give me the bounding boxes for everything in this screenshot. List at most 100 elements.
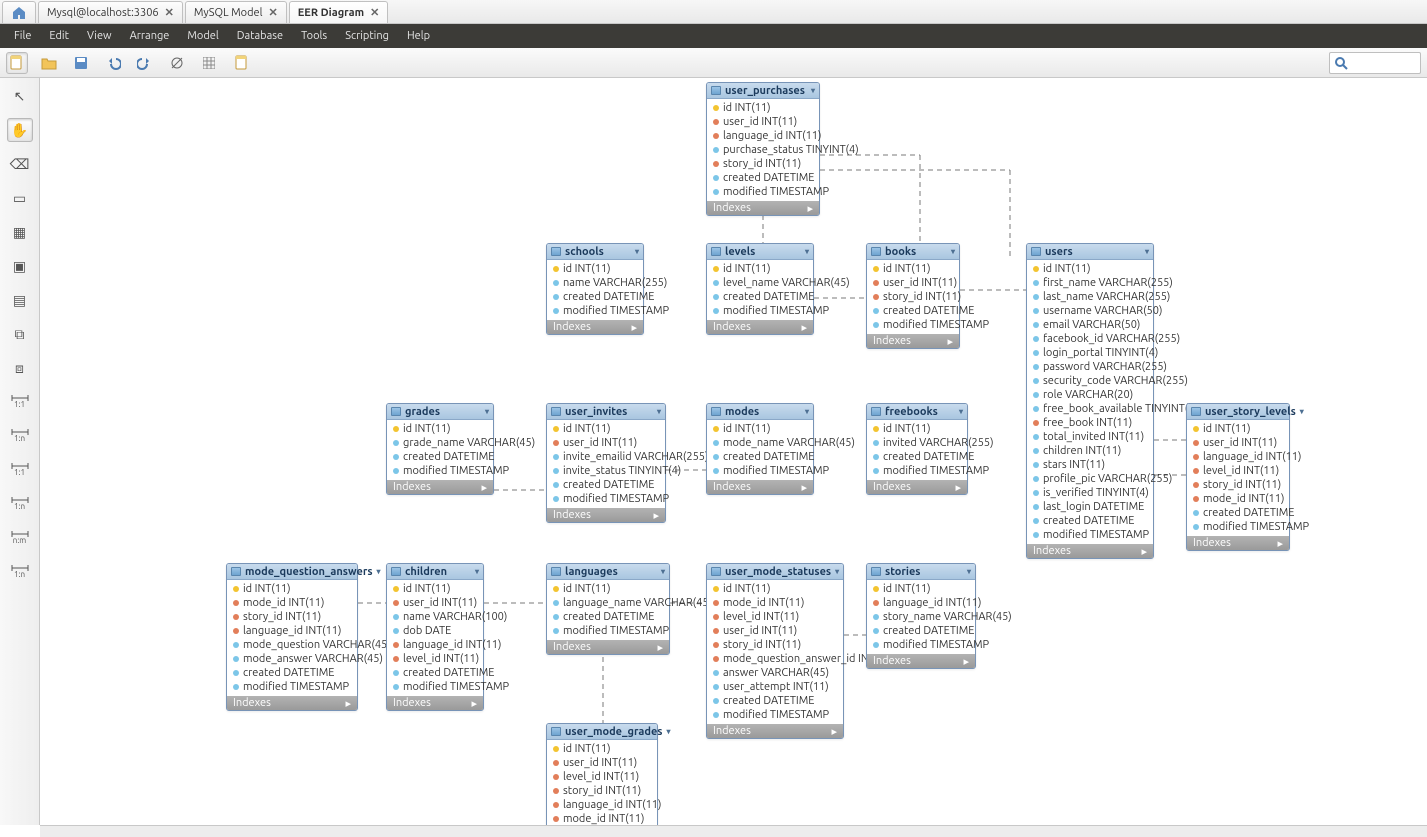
table-header[interactable]: books▾ — [867, 244, 959, 260]
table-header[interactable]: freebooks▾ — [867, 404, 967, 420]
diagram-canvas[interactable]: user_purchases▾id INT(11)user_id INT(11)… — [40, 78, 1427, 825]
tool-rel-1-n[interactable]: 1:n — [7, 492, 33, 516]
tool-eraser[interactable]: ⌫ — [7, 152, 33, 176]
chevron-down-icon[interactable]: ▾ — [805, 247, 809, 256]
indexes-section[interactable]: Indexes▸ — [867, 654, 975, 668]
tool-layer[interactable]: ▭ — [7, 186, 33, 210]
table-header[interactable]: children▾ — [387, 564, 483, 580]
redo-button[interactable] — [134, 52, 156, 74]
chevron-down-icon[interactable]: ▾ — [959, 407, 963, 416]
table-user_purchases[interactable]: user_purchases▾id INT(11)user_id INT(11)… — [706, 82, 820, 216]
tab-home[interactable] — [2, 1, 36, 23]
open-file-button[interactable] — [38, 52, 60, 74]
tool-view[interactable]: ⧉ — [7, 322, 33, 346]
table-header[interactable]: mode_question_answers▾ — [227, 564, 357, 580]
menu-help[interactable]: Help — [399, 27, 438, 45]
table-user_mode_grades[interactable]: user_mode_grades▾id INT(11)user_id INT(1… — [546, 723, 658, 825]
indexes-section[interactable]: Indexes▸ — [707, 480, 813, 494]
table-header[interactable]: user_story_levels▾ — [1187, 404, 1289, 420]
chevron-down-icon[interactable]: ▾ — [811, 86, 815, 95]
chevron-down-icon[interactable]: ▾ — [835, 567, 839, 576]
chevron-down-icon[interactable]: ▾ — [657, 407, 661, 416]
tool-rel-1-n-nm[interactable]: 1:n — [7, 424, 33, 448]
table-user_invites[interactable]: user_invites▾id INT(11)user_id INT(11)in… — [546, 403, 666, 523]
tool-note[interactable]: ▦ — [7, 220, 33, 244]
tool-table[interactable]: ▤ — [7, 288, 33, 312]
indexes-section[interactable]: Indexes▸ — [547, 320, 643, 334]
table-books[interactable]: books▾id INT(11)user_id INT(11)story_id … — [866, 243, 960, 349]
menu-view[interactable]: View — [79, 27, 120, 45]
close-icon[interactable]: ✕ — [165, 6, 174, 19]
table-header[interactable]: user_purchases▾ — [707, 83, 819, 99]
chevron-down-icon[interactable]: ▾ — [951, 247, 955, 256]
tool-rel-n-m[interactable]: n:m — [7, 526, 33, 550]
table-header[interactable]: stories▾ — [867, 564, 975, 580]
chevron-down-icon[interactable]: ▾ — [967, 567, 971, 576]
tab-eer-diagram[interactable]: EER Diagram ✕ — [289, 1, 389, 23]
indexes-section[interactable]: Indexes▸ — [387, 480, 493, 494]
table-users[interactable]: users▾id INT(11)first_name VARCHAR(255)l… — [1026, 243, 1154, 559]
table-header[interactable]: user_mode_grades▾ — [547, 724, 657, 740]
new-file-button[interactable] — [6, 52, 28, 74]
table-header[interactable]: user_invites▾ — [547, 404, 665, 420]
indexes-section[interactable]: Indexes▸ — [707, 724, 843, 738]
table-header[interactable]: grades▾ — [387, 404, 493, 420]
chevron-down-icon[interactable]: ▾ — [475, 567, 479, 576]
tool-rel-1-n-pk[interactable]: 1:n — [7, 560, 33, 584]
table-stories[interactable]: stories▾id INT(11)language_id INT(11)sto… — [866, 563, 976, 669]
undo-button[interactable] — [102, 52, 124, 74]
table-modes[interactable]: modes▾id INT(11)mode_name VARCHAR(45)cre… — [706, 403, 814, 495]
table-header[interactable]: users▾ — [1027, 244, 1153, 260]
menu-scripting[interactable]: Scripting — [337, 27, 397, 45]
menu-database[interactable]: Database — [229, 27, 291, 45]
chevron-down-icon[interactable]: ▾ — [485, 407, 489, 416]
chevron-down-icon[interactable]: ▾ — [1300, 407, 1304, 416]
table-user_mode_statuses[interactable]: user_mode_statuses▾id INT(11)mode_id INT… — [706, 563, 844, 739]
tool-rel-1-1-nm[interactable]: 1:1 — [7, 390, 33, 414]
menu-edit[interactable]: Edit — [41, 27, 77, 45]
chevron-down-icon[interactable]: ▾ — [377, 567, 381, 576]
tool-image[interactable]: ▣ — [7, 254, 33, 278]
close-icon[interactable]: ✕ — [269, 6, 278, 19]
table-header[interactable]: languages▾ — [547, 564, 669, 580]
tool-rel-1-1[interactable]: 1:1 — [7, 458, 33, 482]
tab-connection[interactable]: Mysql@localhost:3306 ✕ — [38, 1, 183, 23]
indexes-section[interactable]: Indexes▸ — [867, 480, 967, 494]
chevron-down-icon[interactable]: ▾ — [635, 247, 639, 256]
indexes-section[interactable]: Indexes▸ — [227, 696, 357, 710]
chevron-down-icon[interactable]: ▾ — [805, 407, 809, 416]
table-grades[interactable]: grades▾id INT(11)grade_name VARCHAR(45)c… — [386, 403, 494, 495]
table-header[interactable]: levels▾ — [707, 244, 813, 260]
table-languages[interactable]: languages▾id INT(11)language_name VARCHA… — [546, 563, 670, 655]
table-header[interactable]: user_mode_statuses▾ — [707, 564, 843, 580]
align-button[interactable] — [198, 52, 220, 74]
table-levels[interactable]: levels▾id INT(11)level_name VARCHAR(45)c… — [706, 243, 814, 335]
indexes-section[interactable]: Indexes▸ — [547, 640, 669, 654]
chevron-down-icon[interactable]: ▾ — [1145, 247, 1149, 256]
save-button[interactable] — [70, 52, 92, 74]
search-box[interactable] — [1329, 52, 1421, 74]
indexes-section[interactable]: Indexes▸ — [387, 696, 483, 710]
tool-routine[interactable]: ⧈ — [7, 356, 33, 380]
menu-tools[interactable]: Tools — [293, 27, 335, 45]
menu-model[interactable]: Model — [179, 27, 226, 45]
toggle-grid-button[interactable] — [166, 52, 188, 74]
indexes-section[interactable]: Indexes▸ — [707, 320, 813, 334]
horizontal-scrollbar[interactable] — [40, 825, 1427, 837]
table-schools[interactable]: schools▾id INT(11)name VARCHAR(255)creat… — [546, 243, 644, 335]
menu-file[interactable]: File — [6, 27, 39, 45]
table-user_story_levels[interactable]: user_story_levels▾id INT(11)user_id INT(… — [1186, 403, 1290, 551]
indexes-section[interactable]: Indexes▸ — [707, 201, 819, 215]
tab-model[interactable]: MySQL Model ✕ — [185, 1, 287, 23]
indexes-section[interactable]: Indexes▸ — [1027, 544, 1153, 558]
close-icon[interactable]: ✕ — [370, 6, 379, 19]
indexes-section[interactable]: Indexes▸ — [547, 508, 665, 522]
tool-hand[interactable]: ✋ — [7, 118, 33, 142]
table-children[interactable]: children▾id INT(11)user_id INT(11)name V… — [386, 563, 484, 711]
chevron-down-icon[interactable]: ▾ — [666, 727, 670, 736]
table-freebooks[interactable]: freebooks▾id INT(11)invited VARCHAR(255)… — [866, 403, 968, 495]
indexes-section[interactable]: Indexes▸ — [867, 334, 959, 348]
options-button[interactable] — [230, 52, 252, 74]
indexes-section[interactable]: Indexes▸ — [1187, 536, 1289, 550]
chevron-down-icon[interactable]: ▾ — [661, 567, 665, 576]
